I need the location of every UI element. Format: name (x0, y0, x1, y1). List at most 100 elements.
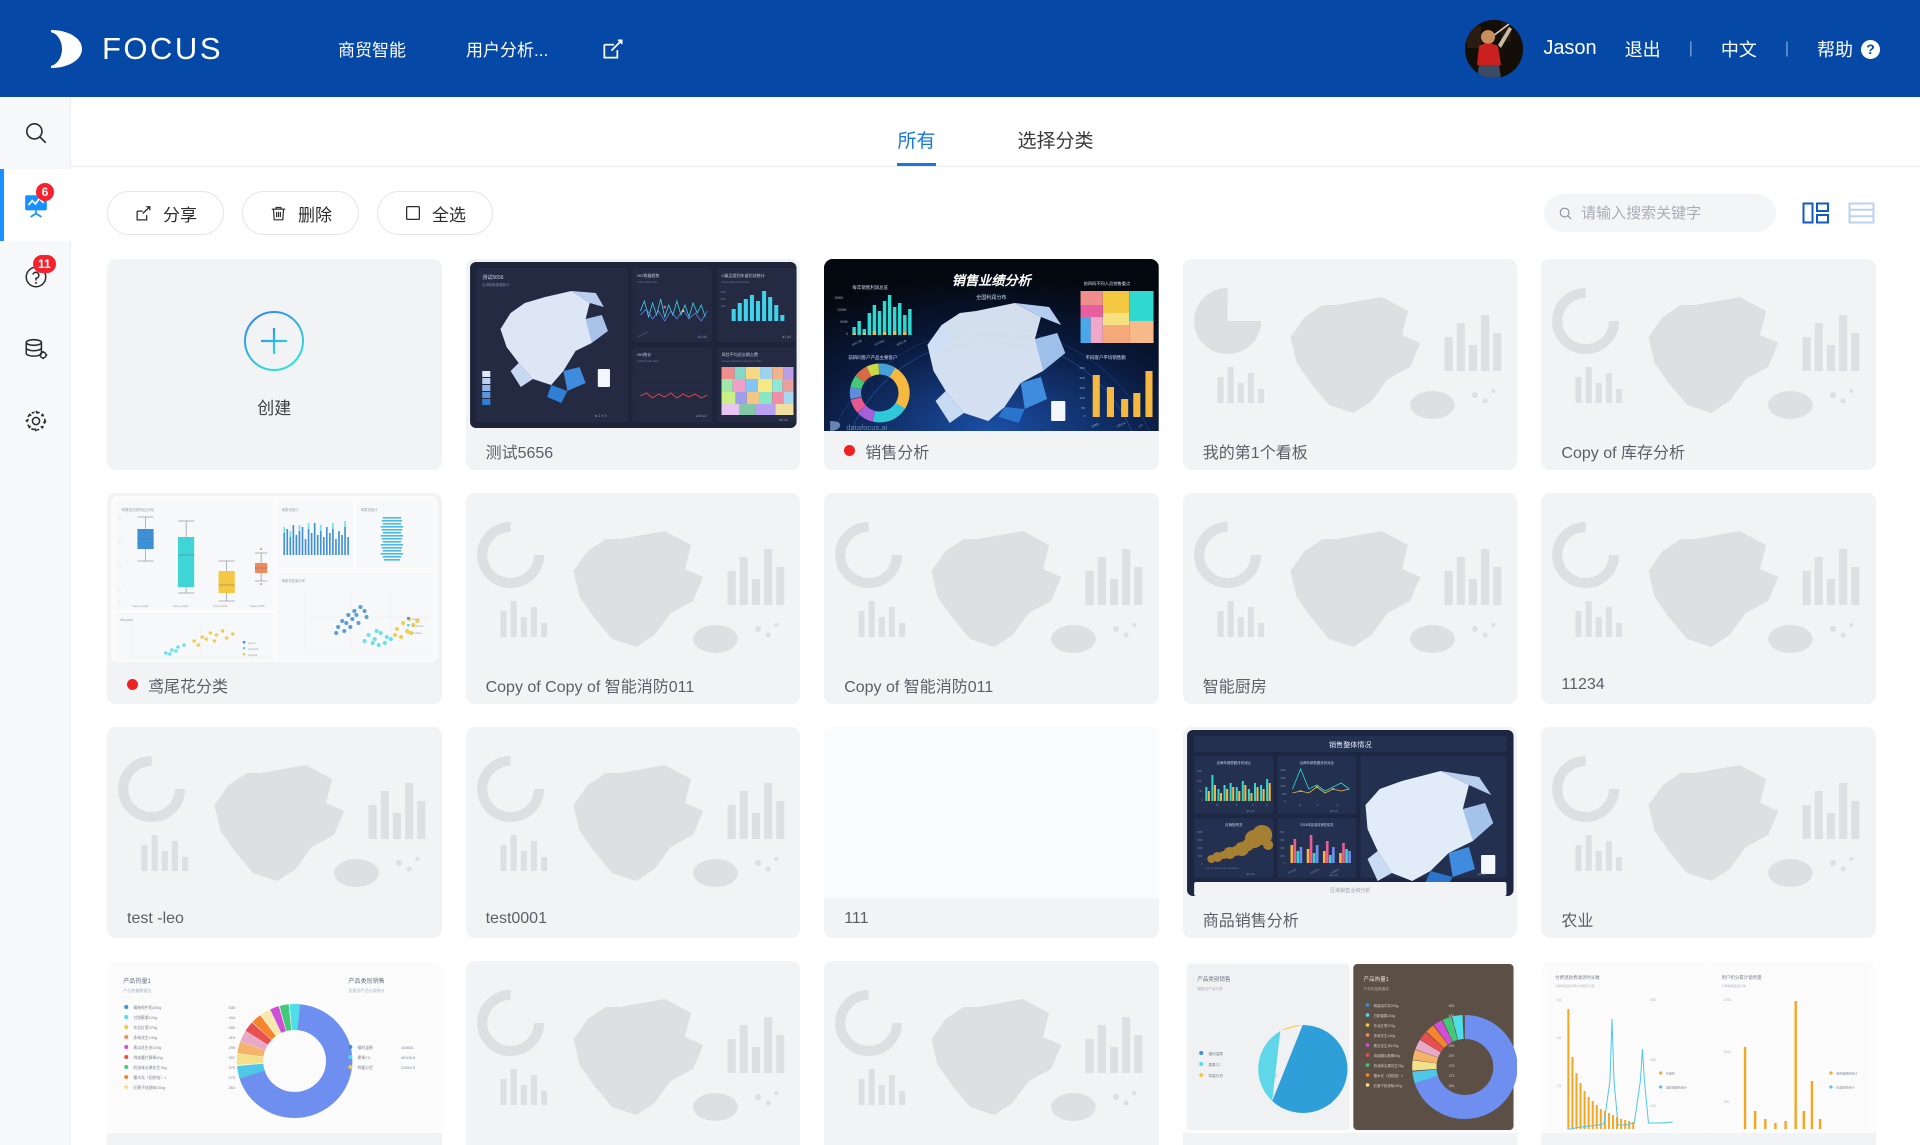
svg-text:奶油味瓜果花生75g: 奶油味瓜果花生75g (133, 1065, 166, 1070)
help-link[interactable]: 帮助? (1817, 36, 1880, 62)
view-toggle-group (1802, 201, 1876, 225)
list-view-button[interactable] (1848, 201, 1876, 225)
trash-icon (271, 206, 286, 220)
svg-text:◄1 ●0: ◄1 ●0 (1477, 872, 1486, 876)
dashboard-card-row4-2[interactable] (465, 961, 801, 1145)
svg-text:销售整体情况: 销售整体情况 (1329, 740, 1371, 749)
svg-text:产品热量1: 产品热量1 (1363, 975, 1388, 983)
sidebar-item-dashboard[interactable]: 6 (0, 169, 71, 241)
svg-text:特嘉分货: 特嘉分货 (1208, 1073, 1223, 1078)
sidebar-item-help[interactable]: 11 (0, 241, 71, 313)
dashboard-card-ceshi5656[interactable]: 测试5656 区域销售数据统计 ◄ 1 ● 0 HD销量趋势 Units Sol… (465, 259, 801, 470)
svg-text:产品热量数据品: 产品热量数据品 (123, 987, 151, 993)
dashboard-card-iris-classification[interactable]: 鸢尾花四类特征分布 8 6 4 2 0 Sepal_Length Petal_L… (107, 493, 442, 704)
svg-text:樱木花（初烘焙）1: 樱木花（初烘焙）1 (133, 1075, 166, 1080)
sidebar-item-search[interactable] (0, 97, 71, 169)
svg-text:datafocus.ai: datafocus.ai (846, 423, 887, 431)
select-all-button[interactable]: 全选 (377, 191, 493, 235)
card-title-row (824, 1133, 1159, 1145)
svg-text:多味花生140g: 多味花生140g (133, 1035, 157, 1040)
svg-text:80K: 80K (1280, 832, 1285, 834)
svg-text:◄1 ●0: ◄1 ●0 (1329, 873, 1338, 877)
grid-view-button[interactable] (1802, 201, 1830, 225)
dashboard-card-my-first-board[interactable]: 我的第1个看板 (1182, 259, 1518, 470)
delete-button[interactable]: 删除 (242, 191, 359, 235)
nav-item-business-intelligence[interactable]: 商贸智能 (308, 36, 436, 61)
dashboard-card-smart-kitchen[interactable]: 智能厨房 (1182, 493, 1518, 704)
svg-text:Units Sold by Date: Units Sold by Date (637, 281, 658, 284)
share-button[interactable]: 分享 (107, 191, 224, 235)
svg-text:不同客户平均销售额: 不同客户平均销售额 (1086, 354, 1127, 361)
svg-text:甘甜蜜果120g: 甘甜蜜果120g (133, 1015, 157, 1020)
dashboard-card-sales-analysis[interactable]: 销售业绩分析 全国利润分布 每年销售利润总览 1500K 1000K 500K … (824, 259, 1159, 470)
svg-text:甘甜蜜果120g: 甘甜蜜果120g (1373, 1013, 1394, 1018)
svg-text:30M: 30M (720, 297, 725, 301)
svg-text:已退款的合计: 已退款的合计 (1836, 1085, 1854, 1090)
card-title-text: 11234 (1561, 675, 1605, 693)
svg-text:60K: 60K (1280, 840, 1285, 842)
svg-text:区域销售数据统计: 区域销售数据统计 (482, 282, 510, 287)
svg-text:100K: 100K (1197, 848, 1203, 850)
svg-text:2018年区域月销售情况: 2018年区域月销售情况 (1300, 822, 1334, 827)
edit-square-icon[interactable] (600, 36, 626, 62)
logout-link[interactable]: 退出 (1625, 36, 1661, 62)
svg-text:150K: 150K (1280, 777, 1286, 780)
card-title-row: Copy of Copy of 智能消防011 (465, 665, 801, 704)
dashboard-card-row4-1[interactable]: 产品热量1 产品热量数据品 精装纯牛奶250g 635 甘甜蜜果120g 434 东… (107, 961, 442, 1145)
svg-text:鸡味腰片酥棒90g: 鸡味腰片酥棒90g (133, 1055, 162, 1060)
svg-text:◄1 ●0: ◄1 ●0 (697, 335, 707, 339)
search-input[interactable] (1581, 204, 1762, 222)
dashboard-card-copy-copy-smart-fire-011[interactable]: Copy of Copy of 智能消防011 (465, 493, 801, 704)
svg-text:果果CC: 果果CC (357, 1055, 370, 1060)
svg-text:多味花生140g: 多味花生140g (1373, 1033, 1394, 1038)
svg-text:200K: 200K (1280, 769, 1286, 772)
dashboard-card-111[interactable]: 111 (824, 727, 1159, 938)
card-thumbnail (824, 727, 1159, 899)
search-box[interactable] (1544, 194, 1776, 232)
svg-text:390: 390 (229, 1026, 235, 1030)
sidebar-item-settings[interactable] (0, 385, 71, 457)
avatar[interactable] (1465, 19, 1524, 78)
sidebar-item-database[interactable] (0, 313, 71, 385)
dashboard-card-test0001[interactable]: test0001 (465, 727, 801, 938)
dashboard-card-row4-3[interactable] (824, 961, 1159, 1145)
card-thumbnail: 付费退款费收消时长数 订单均值区间机交付数字付费 84 64 24 800 60… (1541, 961, 1876, 1133)
card-thumbnail (1541, 259, 1876, 431)
svg-text:10K: 10K (1080, 396, 1085, 400)
card-thumbnail (465, 493, 801, 665)
header-separator-2: | (1784, 39, 1789, 57)
create-dashboard-card[interactable]: 创建 (107, 259, 442, 470)
gear-icon (24, 410, 47, 432)
tab-all[interactable]: 所有 (897, 126, 936, 166)
svg-text:红薯子炫烧味150g: 红薯子炫烧味150g (133, 1085, 165, 1090)
card-thumbnail (107, 727, 442, 899)
question-circle-icon[interactable]: ? (1861, 39, 1880, 59)
card-thumbnail: 鸢尾花四类特征分布 8 6 4 2 0 Sepal_Length Petal_L… (107, 493, 442, 665)
logo[interactable]: FOCUS (48, 28, 223, 70)
dashboard-card-agriculture[interactable]: 农业 (1541, 727, 1876, 938)
dashboard-card-copy-inventory-analysis[interactable]: Copy of 库存分析 (1541, 259, 1876, 470)
svg-text:产品热量1: 产品热量1 (123, 977, 151, 985)
tab-select-category[interactable]: 选择分类 (1018, 126, 1094, 166)
dashboard-card-row4-5[interactable]: 付费退款费收消时长数 订单均值区间机交付数字付费 84 64 24 800 60… (1541, 961, 1876, 1145)
dashboard-card-product-sales-analysis[interactable]: 销售整体情况 近两年销售额月份对比 15K 10K 5K 0 11 3 6 9 … (1182, 727, 1518, 938)
nav-item-user-analysis[interactable]: 用户分析... (436, 36, 578, 61)
svg-text:东北红枣370g: 东北红枣370g (1373, 1023, 1394, 1028)
dashboard-card-11234[interactable]: 11234 (1541, 493, 1876, 704)
share-label: 分享 (163, 205, 197, 225)
card-thumbnail (1182, 259, 1518, 431)
sidebar-badge-dashboard: 6 (36, 183, 54, 201)
dashboard-card-copy-smart-fire-011[interactable]: Copy of 智能消防011 (824, 493, 1159, 704)
svg-text:全国利润分布: 全国利润分布 (976, 294, 1006, 301)
dashboard-card-test-leo[interactable]: test -leo (107, 727, 442, 938)
card-title-text: 智能厨房 (1202, 678, 1267, 696)
svg-text:Sepal_Width: Sepal_Width (250, 604, 265, 608)
search-icon (1559, 207, 1572, 220)
card-title-row: 农业 (1541, 899, 1876, 938)
svg-text:virginica: virginica (248, 654, 258, 657)
card-title-row: 销售分析 (824, 431, 1159, 470)
language-link[interactable]: 中文 (1721, 36, 1757, 62)
dashboard-card-row4-4[interactable]: 产品类别销售 销售品产品分类 福利温果103692.2 果果CC40106.8 … (1182, 961, 1518, 1145)
svg-text:264: 264 (1448, 1084, 1454, 1088)
card-thumbnail (824, 961, 1159, 1133)
